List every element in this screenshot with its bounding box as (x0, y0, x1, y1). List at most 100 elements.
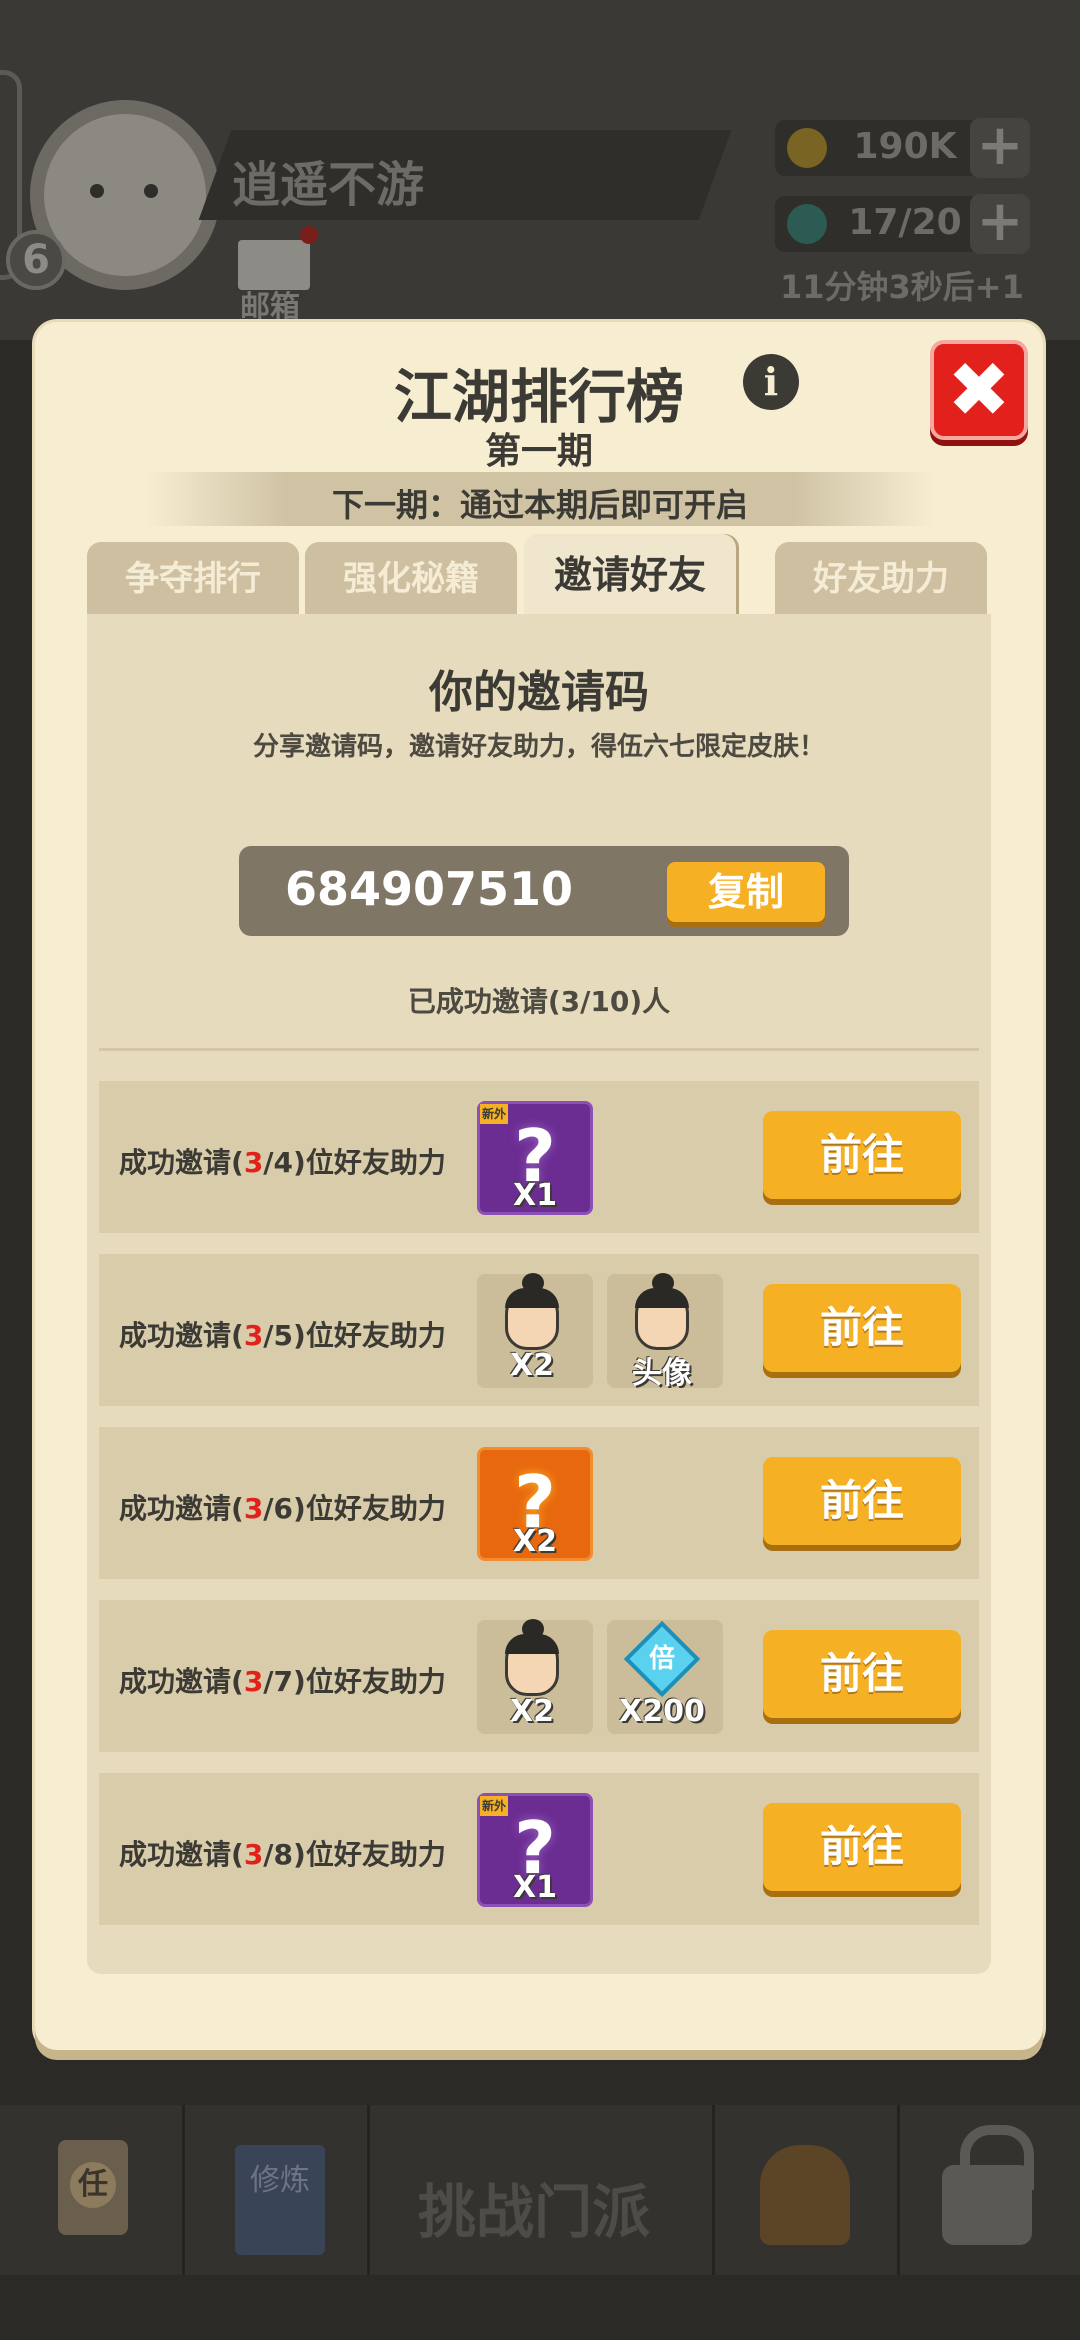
period-label: 第一期 (484, 431, 593, 472)
reward-count: X2 (512, 1524, 557, 1559)
book-icon: 修炼 (235, 2145, 325, 2255)
condition-current: 3 (243, 1665, 264, 1698)
coin-icon (787, 128, 827, 168)
condition-current: 3 (243, 1319, 264, 1352)
nav-task[interactable]: 任 (0, 2105, 185, 2275)
leaderboard-modal: 江湖排行榜 i ✖ 第一期 下一期：通过本期后即可开启 争夺排行 强化秘籍 邀请… (35, 322, 1043, 2050)
copy-button[interactable]: 复制 (667, 862, 825, 922)
invite-panel: 你的邀请码 分享邀请码，邀请好友助力，得伍六七限定皮肤！ 684907510 复… (87, 614, 991, 1974)
info-icon[interactable]: i (743, 354, 799, 410)
divider (99, 1048, 979, 1051)
condition-target: /4 (263, 1146, 294, 1179)
bottom-nav: 任 修炼 挑战门派 (0, 2105, 1080, 2275)
avatar-eye-left (90, 184, 104, 198)
condition-prefix: 成功邀请( (119, 1492, 244, 1525)
reward-count: X2 (509, 1348, 554, 1383)
tab-invite-friends[interactable]: 邀请好友 (524, 534, 736, 616)
condition-current: 3 (243, 1838, 264, 1871)
reward-condition: 成功邀请(3/8)位好友助力 (119, 1833, 446, 1873)
nav-challenge[interactable]: 挑战门派 (370, 2105, 715, 2275)
go-button[interactable]: 前往 (763, 1111, 961, 1199)
reward-row: 成功邀请(3/5)位好友助力 X2 头像 前往 (99, 1254, 979, 1406)
invite-code: 684907510 (284, 862, 574, 916)
hair-bun-icon (522, 1273, 544, 1293)
condition-prefix: 成功邀请( (119, 1838, 244, 1871)
condition-suffix: )位好友助力 (293, 1665, 446, 1698)
condition-suffix: )位好友助力 (293, 1319, 446, 1352)
reward-count: X1 (512, 1870, 557, 1905)
energy-regen-timer: 11分钟3秒后+1 (780, 268, 1024, 306)
condition-suffix: )位好友助力 (293, 1838, 446, 1871)
nav-train[interactable]: 修炼 (185, 2105, 370, 2275)
reward-count: X2 (509, 1694, 554, 1729)
reward-count: X1 (512, 1178, 557, 1213)
scroll-icon: 任 (58, 2140, 128, 2235)
go-button[interactable]: 前往 (763, 1803, 961, 1891)
add-coins-button[interactable]: + (970, 118, 1030, 178)
condition-prefix: 成功邀请( (119, 1319, 244, 1352)
tab-skills[interactable]: 强化秘籍 (305, 542, 517, 616)
gem-glyph: 倍 (648, 1644, 675, 1674)
go-button[interactable]: 前往 (763, 1630, 961, 1718)
condition-target: /5 (263, 1319, 294, 1352)
reward-count: X200 (619, 1694, 705, 1729)
mystery-outfit-icon[interactable]: ? X2 (477, 1447, 593, 1561)
mystery-reward-icon[interactable]: 新外 ? X1 (477, 1793, 593, 1907)
character-fragment-icon[interactable]: X2 (477, 1273, 593, 1388)
character-fragment-icon[interactable]: X2 (477, 1619, 593, 1734)
reward-condition: 成功邀请(3/5)位好友助力 (119, 1314, 446, 1354)
mail-label: 邮箱 (240, 290, 300, 325)
level-badge: 6 (6, 230, 66, 290)
multiplier-gem-icon[interactable]: 倍 X200 (607, 1620, 723, 1734)
nav-locked[interactable] (900, 2105, 1080, 2275)
reward-condition: 成功邀请(3/6)位好友助力 (119, 1487, 446, 1527)
nav-challenge-label: 挑战门派 (418, 2178, 651, 2246)
character-head-icon (635, 1273, 689, 1350)
invite-code-box: 684907510 复制 (239, 846, 849, 936)
condition-prefix: 成功邀请( (119, 1665, 244, 1698)
reward-count: 头像 (632, 1356, 692, 1391)
condition-target: /7 (263, 1665, 294, 1698)
tab-ranking[interactable]: 争夺排行 (87, 542, 299, 616)
reward-row: 成功邀请(3/4)位好友助力 新外 ? X1 前往 (99, 1081, 979, 1233)
reward-condition: 成功邀请(3/7)位好友助力 (119, 1660, 446, 1700)
reward-row: 成功邀请(3/6)位好友助力 ? X2 前往 (99, 1427, 979, 1579)
hair-bun-icon (652, 1273, 674, 1293)
add-energy-button[interactable]: + (970, 194, 1030, 254)
energy-icon (787, 204, 827, 244)
top-hud: 6 逍遥不游 邮箱 190K + 17/20 + 11分钟3秒后+1 (0, 0, 1080, 340)
condition-target: /6 (263, 1492, 294, 1525)
notice-text: 下一期：通过本期后即可开启 (331, 486, 748, 524)
condition-current: 3 (243, 1146, 264, 1179)
avatar-face (44, 114, 206, 276)
notice-bar: 下一期：通过本期后即可开启 (145, 472, 935, 526)
player-name: 逍遥不游 (232, 157, 425, 213)
lock-icon (942, 2125, 1034, 2245)
hair-bun-icon (522, 1619, 544, 1639)
character-head-icon (505, 1619, 559, 1696)
avatar-reward-icon[interactable]: 头像 (607, 1273, 723, 1391)
energy-bar: 17/20 + (775, 194, 1030, 254)
notification-dot (300, 226, 318, 244)
condition-target: /8 (263, 1838, 294, 1871)
reward-row: 成功邀请(3/7)位好友助力 X2 倍 X200 前往 (99, 1600, 979, 1752)
reward-condition: 成功邀请(3/4)位好友助力 (119, 1141, 446, 1181)
condition-current: 3 (243, 1492, 264, 1525)
condition-suffix: )位好友助力 (293, 1146, 446, 1179)
task-glyph: 任 (70, 2162, 116, 2208)
nav-equipment[interactable] (715, 2105, 900, 2275)
character-head-icon (505, 1273, 559, 1350)
helmet-icon (760, 2145, 850, 2245)
condition-suffix: )位好友助力 (293, 1492, 446, 1525)
invite-code-title: 你的邀请码 (429, 667, 649, 718)
reward-row: 成功邀请(3/8)位好友助力 新外 ? X1 前往 (99, 1773, 979, 1925)
invite-description: 分享邀请码，邀请好友助力，得伍六七限定皮肤！ (252, 732, 825, 762)
go-button[interactable]: 前往 (763, 1457, 961, 1545)
condition-prefix: 成功邀请( (119, 1146, 244, 1179)
mystery-reward-icon[interactable]: 新外 ? X1 (477, 1101, 593, 1215)
go-button[interactable]: 前往 (763, 1284, 961, 1372)
invite-progress: 已成功邀请(3/10)人 (407, 985, 671, 1018)
avatar-eye-right (144, 184, 158, 198)
coin-value: 190K (853, 126, 957, 167)
tab-friend-assist[interactable]: 好友助力 (775, 542, 987, 616)
